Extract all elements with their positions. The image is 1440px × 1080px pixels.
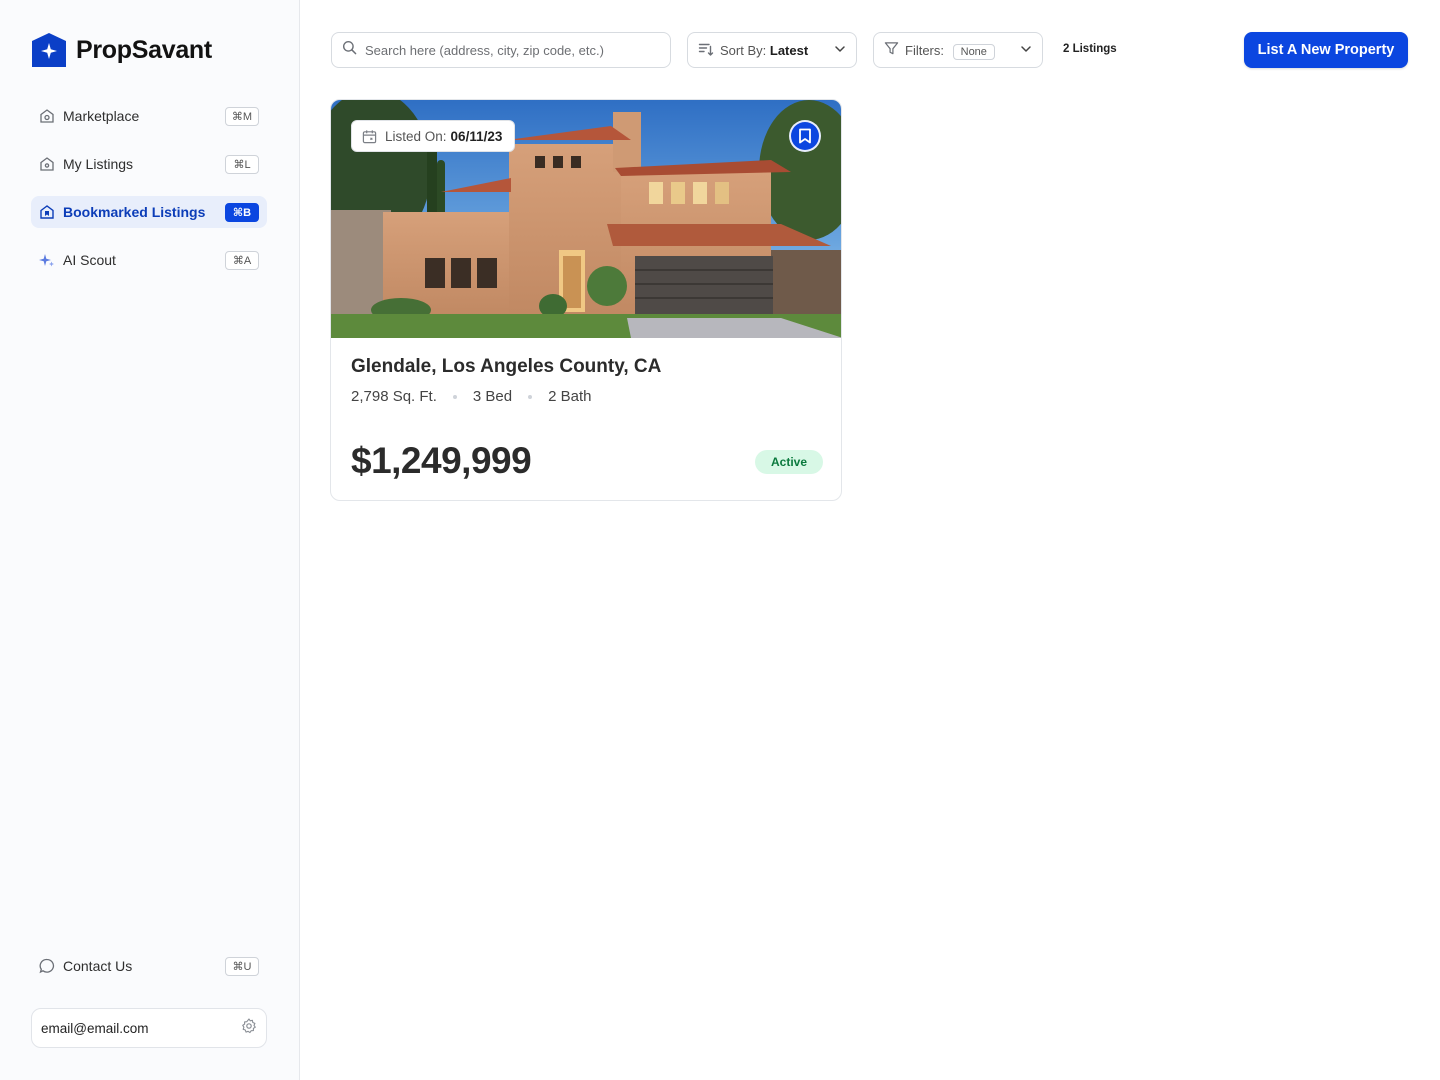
sidebar-item-ai-scout[interactable]: AI Scout ⌘A: [31, 244, 267, 276]
listing-specs: 2,798 Sq. Ft. 3 Bed 2 Bath: [351, 388, 591, 405]
contact-section: Contact Us ⌘U: [31, 950, 267, 998]
listing-sqft: 2,798 Sq. Ft.: [351, 388, 437, 405]
sort-dropdown[interactable]: Sort By: Latest: [687, 32, 857, 68]
sidebar-item-label: AI Scout: [63, 252, 116, 268]
bookmark-icon: [799, 128, 811, 144]
sidebar-nav: Marketplace ⌘M My Listings ⌘L Bookmarked…: [31, 100, 267, 292]
filters-label: Filters:: [905, 42, 944, 58]
gear-icon[interactable]: [241, 1017, 257, 1039]
list-new-property-button[interactable]: List A New Property: [1244, 32, 1408, 68]
listed-on-badge: Listed On: 06/11/23: [351, 120, 516, 152]
sidebar-item-label: My Listings: [63, 156, 134, 172]
sort-label: Sort By:: [720, 42, 767, 58]
filters-dropdown[interactable]: Filters: None: [873, 32, 1043, 68]
status-badge: Active: [755, 450, 824, 474]
home-icon: [39, 156, 55, 172]
shortcut-badge: ⌘M: [225, 106, 259, 126]
shortcut-badge: ⌘L: [225, 154, 259, 174]
search-input[interactable]: [365, 42, 655, 58]
brand-name: PropSavant: [76, 35, 212, 64]
sidebar-item-label: Marketplace: [63, 108, 140, 124]
shortcut-badge: ⌘B: [225, 202, 259, 222]
listing-card[interactable]: Listed On: 06/11/23 Glendale, Los Angele…: [330, 99, 842, 501]
filters-value: None: [952, 43, 995, 60]
home-icon: [39, 108, 55, 124]
calendar-icon: [362, 129, 377, 144]
sparkle-icon: [39, 252, 55, 268]
listing-baths: 2 Bath: [548, 388, 592, 405]
sidebar-item-contact-us[interactable]: Contact Us ⌘U: [31, 950, 267, 982]
listed-on-date: 06/11/23: [450, 128, 503, 144]
sort-icon: [698, 41, 714, 60]
chevron-down-icon: [834, 43, 846, 58]
logo-icon: [32, 33, 66, 67]
separator-dot: [528, 394, 533, 399]
sidebar-item-label: Contact Us: [63, 958, 133, 974]
account-box[interactable]: email@email.com: [31, 1008, 267, 1048]
account-email: email@email.com: [41, 1020, 149, 1036]
filter-icon: [884, 41, 899, 59]
listing-count: 2 Listings: [1063, 43, 1117, 55]
logo[interactable]: PropSavant: [31, 32, 212, 68]
listed-on-label: Listed On:: [385, 128, 447, 144]
bookmark-button[interactable]: [789, 120, 821, 152]
search-icon: [342, 40, 357, 60]
listing-price: $1,249,999: [351, 440, 532, 481]
separator-dot: [452, 394, 457, 399]
listing-location: Glendale, Los Angeles County, CA: [351, 356, 662, 377]
filters-text: Filters: None: [905, 42, 1020, 60]
sort-value: Latest: [769, 42, 809, 58]
sidebar-item-label: Bookmarked Listings: [63, 204, 206, 220]
shortcut-badge: ⌘U: [225, 956, 259, 976]
chevron-down-icon: [1020, 43, 1032, 58]
chat-icon: [39, 958, 55, 974]
sort-text: Sort By: Latest: [720, 43, 834, 58]
search-box[interactable]: [331, 32, 671, 68]
shortcut-badge: ⌘A: [225, 250, 259, 270]
sidebar-item-marketplace[interactable]: Marketplace ⌘M: [31, 100, 267, 132]
sidebar-item-my-listings[interactable]: My Listings ⌘L: [31, 148, 267, 180]
sidebar-item-bookmarked-listings[interactable]: Bookmarked Listings ⌘B: [31, 196, 267, 228]
listing-beds: 3 Bed: [472, 388, 513, 405]
bookmark-home-icon: [39, 204, 55, 220]
sidebar: PropSavant Marketplace ⌘M My Listings ⌘L…: [0, 0, 300, 1080]
